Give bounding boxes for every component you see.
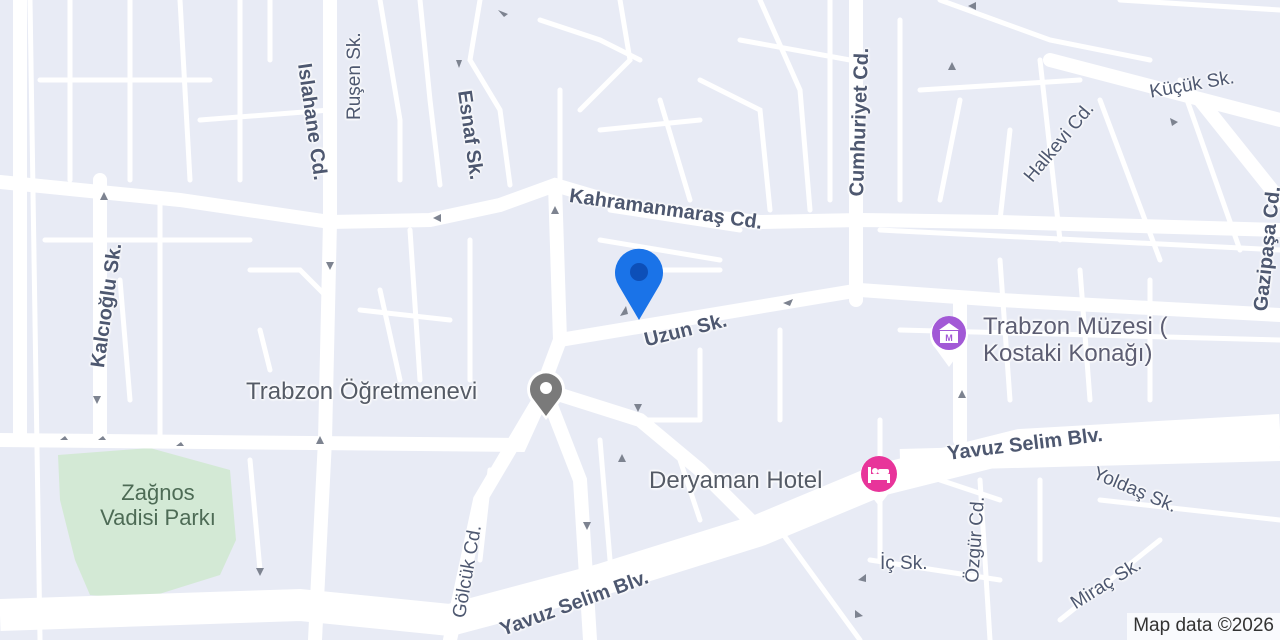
place-label-museum[interactable]: Trabzon Müzesi ( Kostaki Konağı) <box>983 313 1168 367</box>
map-attribution: Map data ©2026 <box>1127 613 1280 640</box>
street-label-rusen: Ruşen Sk. <box>344 32 365 120</box>
park-label-line2: Vadisi Parkı <box>100 505 216 530</box>
museum-label-line1: Trabzon Müzesi ( <box>983 313 1168 340</box>
park-label-line1: Zağnos <box>121 480 195 505</box>
museum-label-line2: Kostaki Konağı) <box>983 340 1153 367</box>
place-label-hotel[interactable]: Deryaman Hotel <box>649 467 822 494</box>
street-label-ic: İç Sk. <box>880 553 928 574</box>
park-label[interactable]: Zağnos Vadisi Parkı <box>82 480 234 530</box>
map-canvas[interactable]: Ruşen Sk. Islahane Cd. Esnaf Sk. Cumhuri… <box>0 0 1280 640</box>
place-label-ogretmenevi[interactable]: Trabzon Öğretmenevi <box>246 378 477 405</box>
svg-text:M: M <box>945 333 953 343</box>
